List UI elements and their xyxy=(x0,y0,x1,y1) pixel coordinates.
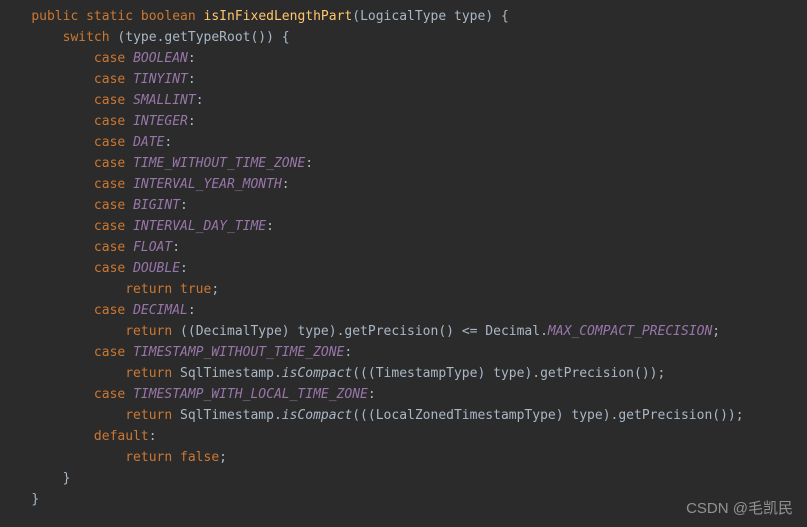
switch-call: getTypeRoot xyxy=(164,30,250,45)
call-iscompact: isCompact xyxy=(282,366,352,381)
call-iscompact: isCompact xyxy=(282,408,352,423)
case-interval-dt: INTERVAL_DAY_TIME xyxy=(133,219,266,234)
kw-false: false xyxy=(180,450,219,465)
case-timestamp-local-tz: TIMESTAMP_WITH_LOCAL_TIME_ZONE xyxy=(133,387,368,402)
kw-case: case xyxy=(94,261,125,276)
kw-true: true xyxy=(180,282,211,297)
var-type: type xyxy=(297,324,328,339)
kw-case: case xyxy=(94,72,125,87)
cast-localzonedtimestamptype: LocalZonedTimestampType xyxy=(376,408,556,423)
case-tinyint: TINYINT xyxy=(133,72,188,87)
case-interval-ym: INTERVAL_YEAR_MONTH xyxy=(133,177,282,192)
kw-case: case xyxy=(94,387,125,402)
case-integer: INTEGER xyxy=(133,114,188,129)
kw-public: public xyxy=(31,9,78,24)
call-getprecision: getPrecision xyxy=(344,324,438,339)
kw-case: case xyxy=(94,156,125,171)
case-float: FLOAT xyxy=(133,240,172,255)
case-time-without-tz: TIME_WITHOUT_TIME_ZONE xyxy=(133,156,305,171)
field-max-compact: MAX_COMPACT_PRECISION xyxy=(548,324,712,339)
kw-case: case xyxy=(94,345,125,360)
param-name: type xyxy=(454,9,485,24)
method-name: isInFixedLengthPart xyxy=(204,9,353,24)
kw-return: return xyxy=(125,282,172,297)
cls-decimal: Decimal xyxy=(485,324,540,339)
kw-case: case xyxy=(94,114,125,129)
kw-case: case xyxy=(94,93,125,108)
kw-boolean: boolean xyxy=(141,9,196,24)
call-getprecision: getPrecision xyxy=(540,366,634,381)
kw-default: default xyxy=(94,429,149,444)
var-type: type xyxy=(571,408,602,423)
case-bigint: BIGINT xyxy=(133,198,180,213)
switch-obj: type xyxy=(125,30,156,45)
kw-switch: switch xyxy=(63,30,110,45)
kw-case: case xyxy=(94,51,125,66)
param-type: LogicalType xyxy=(360,9,446,24)
cast-timestamptype: TimestampType xyxy=(376,366,478,381)
kw-case: case xyxy=(94,240,125,255)
kw-case: case xyxy=(94,135,125,150)
kw-return: return xyxy=(125,450,172,465)
case-double: DOUBLE xyxy=(133,261,180,276)
kw-case: case xyxy=(94,303,125,318)
code-block: public static boolean isInFixedLengthPar… xyxy=(0,0,807,510)
cls-sqltimestamp: SqlTimestamp xyxy=(180,366,274,381)
cls-sqltimestamp: SqlTimestamp xyxy=(180,408,274,423)
case-boolean: BOOLEAN xyxy=(133,51,188,66)
kw-static: static xyxy=(86,9,133,24)
kw-return: return xyxy=(125,324,172,339)
case-timestamp-without-tz: TIMESTAMP_WITHOUT_TIME_ZONE xyxy=(133,345,344,360)
kw-case: case xyxy=(94,177,125,192)
kw-return: return xyxy=(125,366,172,381)
case-decimal: DECIMAL xyxy=(133,303,188,318)
op-le: <= xyxy=(462,324,478,339)
case-smallint: SMALLINT xyxy=(133,93,196,108)
kw-case: case xyxy=(94,219,125,234)
kw-return: return xyxy=(125,408,172,423)
call-getprecision: getPrecision xyxy=(618,408,712,423)
kw-case: case xyxy=(94,198,125,213)
var-type: type xyxy=(493,366,524,381)
case-date: DATE xyxy=(133,135,164,150)
cast-decimaltype: DecimalType xyxy=(196,324,282,339)
